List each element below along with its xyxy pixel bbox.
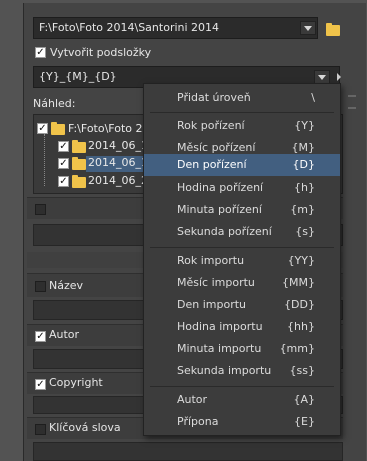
menu-item-label: Hodina pořízení — [177, 181, 264, 194]
menu-item-label: Přidat úroveň — [177, 91, 251, 104]
tree-item-folder-icon — [72, 157, 86, 170]
keywords-checkbox[interactable] — [35, 424, 46, 435]
create-subfolders-label: Vytvořit podsložky — [50, 46, 152, 59]
menu-item-shortcut: {s} — [295, 225, 315, 238]
menu-item-label: Sekunda importu — [177, 364, 272, 377]
menu-separator — [150, 112, 334, 113]
menu-item-import-month[interactable]: Měsíc importu {MM} — [144, 272, 340, 294]
menu-item-label: Hodina importu — [177, 320, 263, 333]
menu-item-import-hour[interactable]: Hodina importu {hh} — [144, 316, 340, 338]
menu-separator — [150, 247, 334, 248]
menu-item-extension[interactable]: Přípona {E} — [144, 411, 340, 433]
tree-item-label: 2014_06_1 — [88, 139, 148, 152]
menu-item-capture-second[interactable]: Sekunda pořízení {s} — [144, 221, 340, 243]
author-label: Autor — [49, 328, 80, 341]
pattern-dropdown-icon[interactable] — [314, 70, 330, 84]
menu-item-shortcut: {DD} — [284, 298, 315, 311]
keywords-input[interactable] — [33, 442, 343, 461]
menu-item-add-level[interactable]: Přidat úroveň \ — [144, 87, 340, 109]
tree-item-folder-icon — [72, 140, 86, 153]
menu-item-shortcut: {Y} — [294, 119, 315, 132]
menu-item-label: Sekunda pořízení — [177, 225, 272, 238]
blank-checkbox[interactable] — [35, 204, 46, 215]
menu-item-shortcut: {hh} — [287, 320, 315, 333]
tree-item-checkbox[interactable]: ✓ — [58, 176, 69, 187]
menu-item-shortcut: {D} — [292, 158, 315, 171]
preview-label: Náhled: — [33, 97, 76, 110]
create-subfolders-checkbox[interactable]: ✓ — [35, 47, 46, 58]
tree-root-checkbox[interactable]: ✓ — [37, 123, 48, 134]
folder-icon — [326, 23, 340, 36]
menu-item-label: Přípona — [177, 415, 219, 428]
pattern-value: {Y}_{M}_{D} — [39, 70, 117, 83]
menu-item-capture-hour[interactable]: Hodina pořízení {h} — [144, 177, 340, 199]
pattern-menu-arrow-icon[interactable] — [337, 73, 341, 81]
keywords-label: Klíčová slova — [49, 421, 121, 434]
menu-item-shortcut: {m} — [290, 203, 315, 216]
menu-item-label: Den importu — [177, 298, 246, 311]
menu-item-label: Minuta importu — [177, 342, 262, 355]
menu-item-shortcut: {h} — [294, 181, 315, 194]
menu-item-label: Měsíc importu — [177, 276, 255, 289]
menu-item-import-day[interactable]: Den importu {DD} — [144, 294, 340, 316]
menu-item-import-minute[interactable]: Minuta importu {mm} — [144, 338, 340, 360]
author-checkbox[interactable]: ✓ — [35, 331, 46, 342]
menu-item-label: Den pořízení — [177, 158, 247, 171]
tree-item-checkbox[interactable]: ✓ — [58, 141, 69, 152]
tree-root-folder-icon — [51, 122, 65, 135]
menu-item-shortcut: {A} — [293, 393, 315, 406]
copyright-label: Copyright — [49, 376, 103, 389]
menu-item-shortcut: {ss} — [289, 364, 315, 377]
menu-item-label: Minuta pořízení — [177, 203, 262, 216]
folder-browse-button[interactable] — [326, 23, 342, 36]
menu-item-capture-minute[interactable]: Minuta pořízení {m} — [144, 199, 340, 221]
menu-item-shortcut: {YY} — [287, 254, 315, 267]
tree-item-folder-icon — [72, 175, 86, 188]
pattern-context-menu: Přidat úroveň \ Rok pořízení {Y} Měsíc p… — [143, 83, 341, 436]
menu-item-label: Rok pořízení — [177, 119, 245, 132]
path-value: F:\Foto\Foto 2014\Santorini 2014 — [39, 21, 220, 34]
menu-item-shortcut: \ — [311, 91, 315, 104]
menu-item-import-year[interactable]: Rok importu {YY} — [144, 250, 340, 272]
name-label: Název — [49, 279, 84, 292]
tree-item-label: 2014_06_1 — [88, 156, 148, 169]
name-checkbox[interactable] — [35, 281, 46, 292]
copyright-checkbox[interactable]: ✓ — [35, 379, 46, 390]
menu-item-capture-year[interactable]: Rok pořízení {Y} — [144, 115, 340, 137]
scroll-grip-icon[interactable] — [348, 95, 356, 109]
menu-item-author[interactable]: Autor {A} — [144, 389, 340, 411]
path-dropdown-icon[interactable] — [300, 21, 316, 35]
menu-item-capture-day[interactable]: Den pořízení {D} — [144, 154, 340, 176]
menu-item-label: Autor — [177, 393, 208, 406]
menu-item-shortcut: {MM} — [282, 276, 315, 289]
tree-root-label: F:\Foto\Foto 2 — [68, 122, 143, 135]
tree-item-label: 2014_06_2 — [88, 174, 148, 187]
menu-item-shortcut: {mm} — [279, 342, 315, 355]
tree-item-checkbox[interactable]: ✓ — [58, 158, 69, 169]
tree-line — [44, 134, 45, 186]
path-field[interactable]: F:\Foto\Foto 2014\Santorini 2014 — [33, 17, 318, 39]
menu-item-shortcut: {E} — [294, 415, 315, 428]
menu-item-label: Rok importu — [177, 254, 245, 267]
menu-separator — [150, 386, 334, 387]
menu-item-import-second[interactable]: Sekunda importu {ss} — [144, 360, 340, 382]
